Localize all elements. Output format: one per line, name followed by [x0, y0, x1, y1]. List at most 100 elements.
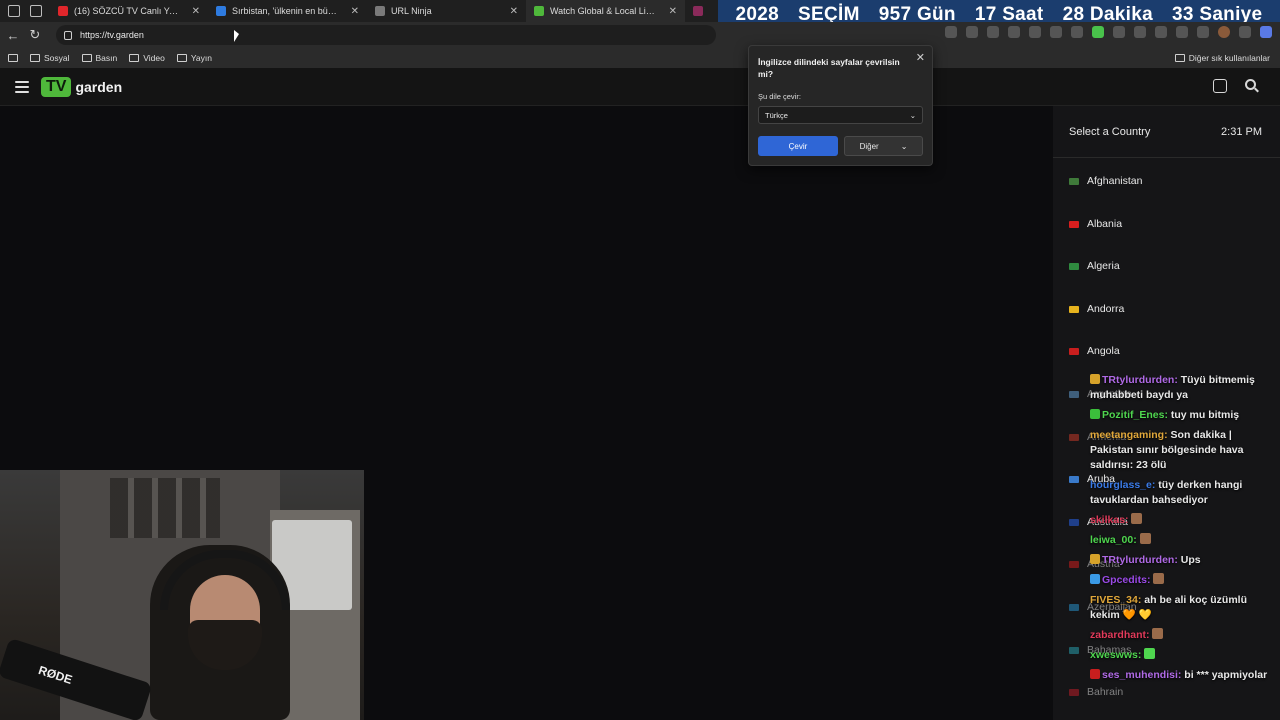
extension-icon[interactable] — [1092, 26, 1104, 38]
chat-username: zabardhant — [1090, 629, 1147, 641]
country-item[interactable]: Andorra — [1069, 303, 1124, 315]
chat-message: xweswws: — [1090, 648, 1270, 663]
country-name: Andorra — [1087, 303, 1125, 315]
chat-text: Ups — [1180, 554, 1201, 566]
chevron-down-icon: ⌄ — [900, 141, 908, 151]
more-menu-icon[interactable] — [1239, 26, 1251, 38]
tab-title: Sırbistan, 'ülkenin en büyük asker — [232, 6, 341, 16]
tab-favicon-icon — [693, 6, 703, 16]
chat-username: ses_muhendisi — [1102, 669, 1178, 681]
close-icon[interactable]: ✕ — [916, 51, 925, 64]
flag-icon — [1069, 603, 1079, 611]
flag-icon — [1069, 518, 1079, 526]
profile-icon[interactable] — [8, 5, 20, 17]
chat-message: Pozitif_Enes: tuy mu bitmiş — [1090, 408, 1270, 423]
copilot-icon[interactable] — [1260, 26, 1272, 38]
chat-username: Pozitif_Enes — [1102, 409, 1165, 421]
url-field[interactable]: https://tv.garden — [56, 25, 716, 45]
browser-tab[interactable]: Sırbistan, 'ülkenin en büyük asker ✕ — [208, 0, 367, 22]
chat-username: skilkas — [1090, 514, 1126, 526]
avatar[interactable] — [1218, 26, 1230, 38]
split-screen-icon[interactable] — [1155, 26, 1167, 38]
stream-chat-overlay: TRtylurdurden: Tüyü bitmemiş muhabbeti b… — [1090, 373, 1270, 688]
tab-title: (16) SÖZCÜ TV Canlı Yayını ᴴᴰ - Yo — [74, 6, 182, 16]
favorite-star-icon[interactable] — [1008, 26, 1020, 38]
back-arrow-icon[interactable]: ← — [2, 28, 24, 43]
bookmark-folder-sosyal[interactable]: Sosyal — [30, 53, 70, 63]
translate-button[interactable]: Çevir — [758, 136, 838, 156]
bookmark-label: Diğer sık kullanılanlar — [1188, 53, 1270, 63]
folder-icon — [1174, 54, 1185, 62]
translate-button-label: Çevir — [788, 141, 808, 151]
reload-icon[interactable]: ↻ — [24, 27, 46, 43]
country-item[interactable]: Afghanistan — [1069, 175, 1142, 187]
apps-icon[interactable] — [945, 26, 957, 38]
chat-message: skilkas: — [1090, 513, 1270, 528]
cast-icon[interactable] — [1213, 79, 1227, 93]
browser-tab-active[interactable]: Watch Global & Local Live TV Onl ✕ — [526, 0, 685, 22]
read-aloud-icon[interactable] — [987, 26, 999, 38]
emote-icon — [1153, 573, 1165, 584]
country-item[interactable]: Albania — [1069, 218, 1122, 230]
other-bookmarks[interactable]: Diğer sık kullanılanlar — [1174, 53, 1270, 63]
bookmark-folder-basin[interactable]: Basın — [81, 53, 117, 63]
country-item[interactable]: Angola — [1069, 345, 1120, 357]
bookmark-folder-video[interactable]: Video — [129, 53, 165, 63]
badge-icon — [1090, 669, 1100, 679]
extension-icon[interactable] — [1113, 26, 1125, 38]
tv-garden-logo[interactable]: TV garden — [41, 76, 122, 97]
country-name: Afghanistan — [1087, 175, 1143, 187]
flag-icon — [1069, 220, 1079, 228]
language-select[interactable]: Türkçe ⌄ — [758, 106, 923, 124]
country-item[interactable]: Algeria — [1069, 260, 1120, 272]
folder-icon — [30, 54, 40, 62]
bookmark-label: Video — [143, 53, 165, 63]
emote-icon — [1144, 648, 1156, 659]
chat-username: xweswws — [1090, 649, 1138, 661]
browser-tab[interactable]: (16) SÖZCÜ TV Canlı Yayını ᴴᴰ - Yo ✕ — [50, 0, 208, 22]
refresh-extension-icon[interactable] — [1134, 26, 1146, 38]
flag-icon — [1069, 475, 1079, 483]
close-tab-icon[interactable]: ✕ — [510, 6, 518, 17]
shield-icon[interactable] — [1197, 26, 1209, 38]
country-name: Albania — [1087, 218, 1123, 230]
menu-icon[interactable] — [15, 80, 29, 93]
bookmark-menu-icon[interactable] — [8, 54, 18, 62]
clock: 2:31 PM — [1221, 125, 1262, 138]
flag-icon — [1069, 688, 1079, 696]
chat-username: meetangaming — [1090, 429, 1165, 441]
wall-frames — [110, 478, 220, 538]
header-actions — [1213, 79, 1256, 93]
close-tab-icon[interactable]: ✕ — [192, 6, 200, 17]
chat-username: leiwa_00 — [1090, 534, 1134, 546]
extension-icon[interactable] — [1071, 26, 1083, 38]
search-icon[interactable] — [1245, 79, 1256, 90]
extension-icon[interactable] — [1050, 26, 1062, 38]
extension-icon[interactable] — [1029, 26, 1041, 38]
tv-garden-favicon-icon — [534, 6, 544, 16]
youtube-favicon-icon — [58, 6, 68, 16]
tab-actions-icon[interactable] — [30, 5, 42, 17]
lock-icon[interactable] — [64, 30, 72, 40]
collections-icon[interactable] — [1176, 26, 1188, 38]
chat-username: TRtylurdurden — [1102, 374, 1175, 386]
chat-message: TRtylurdurden: Ups — [1090, 553, 1270, 568]
translate-icon[interactable] — [966, 26, 978, 38]
bookmark-label: Sosyal — [44, 53, 70, 63]
toolbar-extensions — [945, 26, 1272, 38]
translate-popup: İngilizce dilindeki sayfalar çevrilsin m… — [748, 45, 933, 166]
flag-icon — [1069, 305, 1079, 313]
bookmark-folder-yayin[interactable]: Yayın — [176, 53, 212, 63]
flag-icon — [1069, 433, 1079, 441]
browser-tab[interactable]: URL Ninja ✕ — [367, 0, 526, 22]
chat-message: FIVES_34: ah be ali koç üzümlü kekim 🧡 💛 — [1090, 594, 1247, 621]
news-favicon-icon — [216, 6, 226, 16]
close-tab-icon[interactable]: ✕ — [351, 6, 359, 17]
sub-badge-icon — [1090, 374, 1100, 384]
other-options-button[interactable]: Diğer ⌄ — [844, 136, 923, 156]
flag-icon — [1069, 646, 1079, 654]
other-button-label: Diğer — [859, 141, 879, 151]
browser-tab[interactable]: M — [685, 0, 715, 22]
close-tab-icon[interactable]: ✕ — [669, 6, 677, 17]
sub-badge-icon — [1090, 554, 1100, 564]
